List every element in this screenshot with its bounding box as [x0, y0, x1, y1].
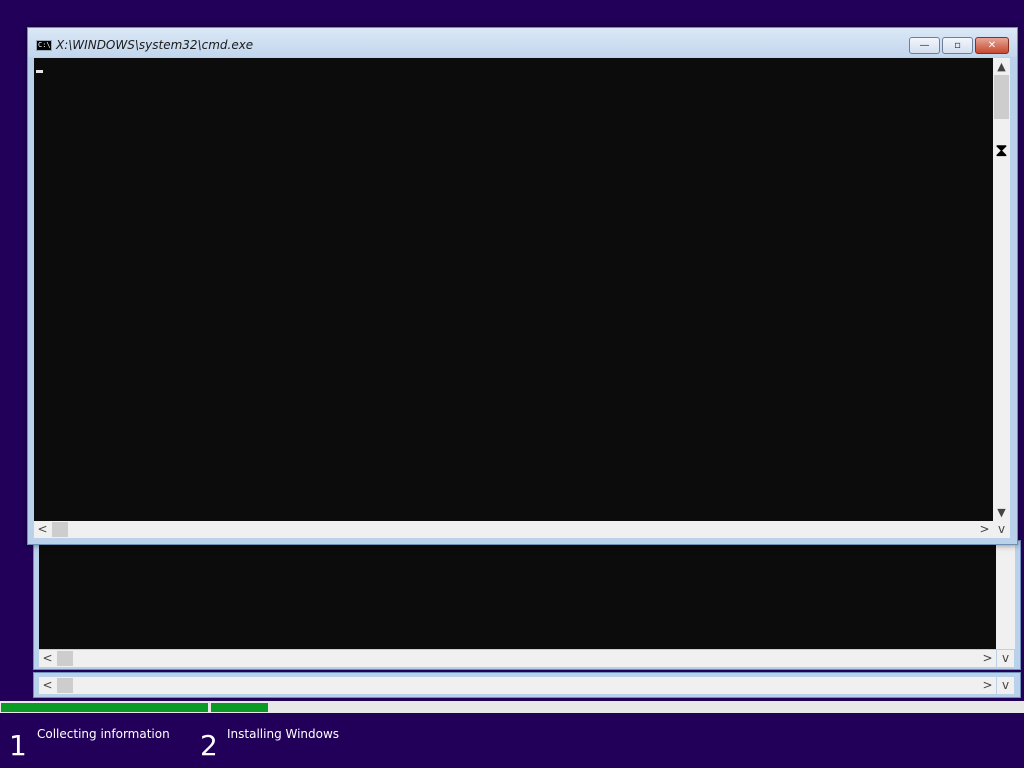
- vertical-scroll-thumb[interactable]: [994, 75, 1009, 119]
- background-console-window[interactable]: < > v: [33, 540, 1021, 670]
- scroll-thumb[interactable]: [57, 651, 73, 666]
- background-vertical-scrollbar[interactable]: [996, 541, 1015, 649]
- desktop-background: < > v < > v C:\ X:\WINDOWS\system32\cmd.…: [0, 0, 1024, 700]
- scroll-down-button[interactable]: v: [997, 677, 1014, 694]
- step-2-label: Installing Windows: [227, 727, 340, 741]
- scroll-left-button[interactable]: <: [39, 650, 56, 667]
- scroll-left-button[interactable]: <: [34, 521, 51, 538]
- step-1-label: Collecting information: [37, 727, 170, 741]
- scroll-down-button[interactable]: ▼: [993, 504, 1010, 521]
- scroll-up-button[interactable]: ▲: [993, 58, 1010, 75]
- setup-steps: 1 Collecting information 2 Installing Wi…: [0, 713, 1024, 768]
- window-title: X:\WINDOWS\system32\cmd.exe: [56, 38, 254, 52]
- background-console-output: [39, 541, 996, 649]
- step-2-number: 2: [200, 729, 218, 762]
- background-console-window-2[interactable]: < > v: [33, 672, 1021, 698]
- console-app-icon[interactable]: C:\: [36, 40, 52, 51]
- background-horizontal-scrollbar[interactable]: < >: [39, 650, 996, 667]
- scroll-thumb[interactable]: [57, 678, 73, 693]
- close-button[interactable]: ✕: [975, 37, 1009, 54]
- minimize-button[interactable]: —: [909, 37, 940, 54]
- hourglass-icon: ⧗: [995, 140, 1008, 161]
- vertical-scrollbar[interactable]: ▲ ▼: [993, 58, 1010, 521]
- console-output-area[interactable]: [34, 58, 993, 521]
- collecting-information-progress-bar: [1, 703, 208, 712]
- scroll-right-button[interactable]: >: [979, 677, 996, 694]
- horizontal-scroll-thumb[interactable]: [52, 522, 68, 537]
- maximize-button[interactable]: ▫: [942, 37, 973, 54]
- scroll-right-button[interactable]: >: [976, 521, 993, 538]
- title-bar[interactable]: C:\ X:\WINDOWS\system32\cmd.exe — ▫ ✕: [28, 28, 1017, 57]
- scroll-corner-down-button[interactable]: v: [993, 521, 1010, 538]
- step-1-number: 1: [9, 729, 27, 762]
- text-cursor: [36, 70, 43, 73]
- scroll-right-button[interactable]: >: [979, 650, 996, 667]
- horizontal-scrollbar[interactable]: < >: [34, 521, 993, 538]
- scroll-down-button[interactable]: v: [997, 650, 1014, 667]
- background-horizontal-scrollbar-2[interactable]: < >: [39, 677, 996, 694]
- setup-progress-strip: [0, 701, 1024, 713]
- scroll-left-button[interactable]: <: [39, 677, 56, 694]
- cmd-window[interactable]: C:\ X:\WINDOWS\system32\cmd.exe — ▫ ✕ ▲ …: [27, 27, 1018, 545]
- installing-windows-progress-bar: [211, 703, 268, 712]
